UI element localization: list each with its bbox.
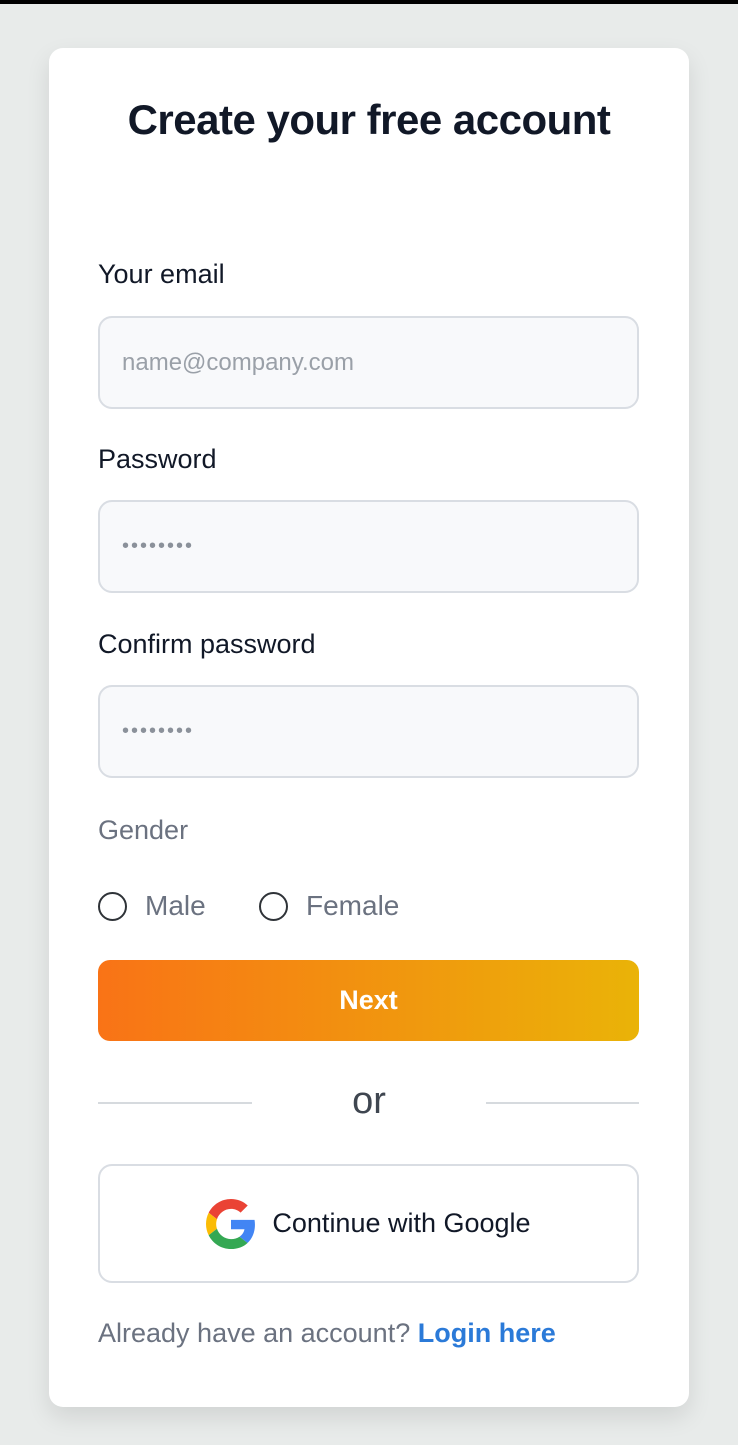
password-field[interactable] <box>98 500 639 593</box>
password-label: Password <box>98 444 217 474</box>
login-prompt-text: Already have an account? <box>98 1318 411 1348</box>
login-link[interactable]: Login here <box>418 1318 556 1348</box>
continue-with-google-button[interactable]: Continue with Google <box>98 1164 639 1283</box>
female-radio[interactable] <box>259 891 288 921</box>
confirm-password-label: Confirm password <box>98 629 316 659</box>
male-radio[interactable] <box>98 891 127 921</box>
divider-line-right <box>486 1102 639 1104</box>
top-bar <box>0 0 738 4</box>
confirm-password-field[interactable] <box>98 685 639 778</box>
page-title: Create your free account <box>127 96 611 143</box>
email-field[interactable] <box>98 316 639 409</box>
male-radio-label: Male <box>145 890 206 921</box>
email-label: Your email <box>98 259 225 289</box>
next-button[interactable]: Next <box>98 960 639 1041</box>
gender-label: Gender <box>98 815 189 845</box>
google-icon <box>206 1198 256 1249</box>
continue-with-google-label: Continue with Google <box>272 1208 531 1238</box>
login-prompt: Already have an account? Login here <box>98 1318 556 1349</box>
gender-option-male[interactable]: Male <box>98 887 206 925</box>
gender-option-female[interactable]: Female <box>259 887 399 925</box>
female-radio-label: Female <box>306 890 400 921</box>
